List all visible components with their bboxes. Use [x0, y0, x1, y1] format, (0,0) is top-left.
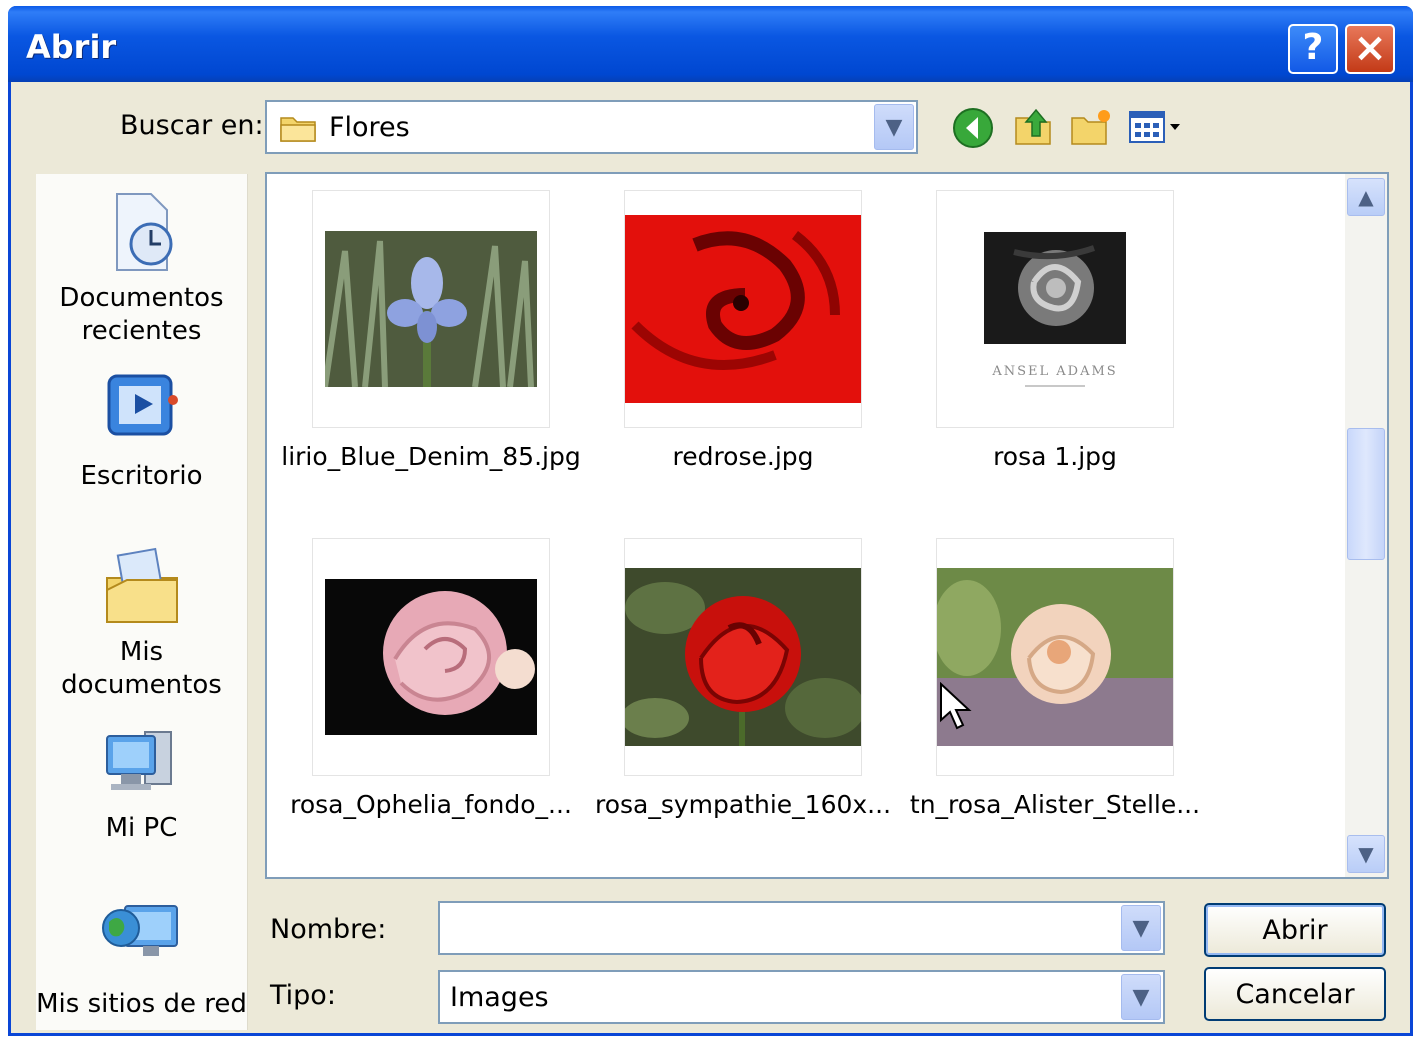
title-bar[interactable]: Abrir ? ×: [8, 6, 1413, 82]
file-type-dropdown[interactable]: Images ▼: [438, 970, 1165, 1024]
scroll-up-button[interactable]: ▲: [1347, 178, 1385, 216]
type-label: Tipo:: [270, 980, 336, 1011]
scroll-thumb[interactable]: [1347, 428, 1385, 560]
help-button[interactable]: ?: [1288, 24, 1338, 74]
thumbnail-frame: ANSEL ADAMS: [936, 190, 1174, 428]
recent-documents-icon: [115, 193, 172, 271]
window-title: Abrir: [26, 28, 117, 66]
file-name-input[interactable]: ▼: [438, 901, 1165, 955]
file-name: rosa_Ophelia_fondo_...: [290, 790, 572, 819]
chevron-down-icon[interactable]: ▼: [1121, 905, 1161, 951]
poster-caption: ANSEL ADAMS: [992, 363, 1118, 379]
my-documents-icon: [105, 547, 178, 623]
file-name: redrose.jpg: [672, 442, 814, 471]
up-folder-icon[interactable]: [1010, 104, 1056, 150]
my-computer-icon: [105, 731, 172, 790]
thumbnail-frame: [312, 538, 550, 776]
place-my-pc[interactable]: Mi PC: [36, 718, 247, 845]
places-bar: Documentos recientes Escritorio Mis docum…: [36, 174, 248, 1030]
file-name: lirio_Blue_Denim_85.jpg: [281, 442, 581, 471]
file-item[interactable]: ANSEL ADAMS rosa 1.jpg: [905, 190, 1205, 471]
network-places-icon: [101, 905, 178, 956]
cancel-button[interactable]: Cancelar: [1204, 967, 1386, 1021]
place-my-documents[interactable]: Mis documentos: [36, 542, 247, 702]
open-button[interactable]: Abrir: [1204, 903, 1386, 957]
file-item[interactable]: redrose.jpg: [593, 190, 893, 471]
place-recent[interactable]: Documentos recientes: [36, 188, 247, 348]
vertical-scrollbar[interactable]: ▲ ▼: [1345, 174, 1387, 877]
place-network[interactable]: Mis sitios de red: [36, 894, 247, 1021]
file-list[interactable]: lirio_Blue_Denim_85.jpg redrose.jpg ANSE…: [265, 172, 1389, 879]
red-rose-thumbnail: [625, 215, 861, 403]
thumbnail-frame: [624, 190, 862, 428]
desktop-icon: [107, 374, 178, 436]
chevron-down-icon[interactable]: ▼: [1121, 974, 1161, 1020]
pink-rose-thumbnail: [325, 579, 537, 735]
thumbnail-frame: [936, 538, 1174, 776]
thumbnail-frame: [312, 190, 550, 428]
poster-subtitle-line: [1025, 384, 1085, 387]
lookin-value: Flores: [329, 112, 410, 143]
mouse-cursor-icon: [940, 682, 972, 730]
close-button[interactable]: ×: [1345, 24, 1395, 74]
folder-icon: [280, 117, 316, 142]
file-name: rosa 1.jpg: [993, 442, 1117, 471]
file-item[interactable]: tn_rosa_Alister_Stelle...: [905, 538, 1205, 819]
name-label: Nombre:: [270, 914, 387, 945]
lookin-label: Buscar en:: [120, 110, 264, 141]
back-icon[interactable]: [950, 104, 996, 150]
place-label: Escritorio: [80, 461, 203, 491]
file-item[interactable]: lirio_Blue_Denim_85.jpg: [281, 190, 581, 471]
place-label: Mi PC: [105, 813, 178, 843]
view-menu-icon[interactable]: [1126, 104, 1186, 150]
scroll-down-button[interactable]: ▼: [1347, 835, 1385, 873]
file-name: tn_rosa_Alister_Stelle...: [909, 790, 1201, 819]
place-label: Documentos recientes: [59, 283, 224, 346]
place-label: Mis documentos: [61, 637, 222, 700]
file-name: rosa_sympathie_160x...: [594, 790, 892, 819]
bw-rose-thumbnail: [984, 231, 1126, 344]
file-item[interactable]: rosa_Ophelia_fondo_...: [281, 538, 581, 819]
file-item[interactable]: rosa_sympathie_160x...: [593, 538, 893, 819]
chevron-down-icon[interactable]: ▼: [874, 104, 914, 150]
place-desktop[interactable]: Escritorio: [36, 366, 247, 493]
iris-thumbnail: [325, 231, 537, 387]
new-folder-icon[interactable]: [1068, 104, 1114, 150]
thumbnail-frame: [624, 538, 862, 776]
file-type-value: Images: [450, 982, 549, 1013]
place-label: Mis sitios de red: [36, 989, 247, 1019]
dark-red-rose-thumbnail: [625, 568, 861, 746]
lookin-dropdown[interactable]: Flores ▼: [265, 100, 918, 154]
